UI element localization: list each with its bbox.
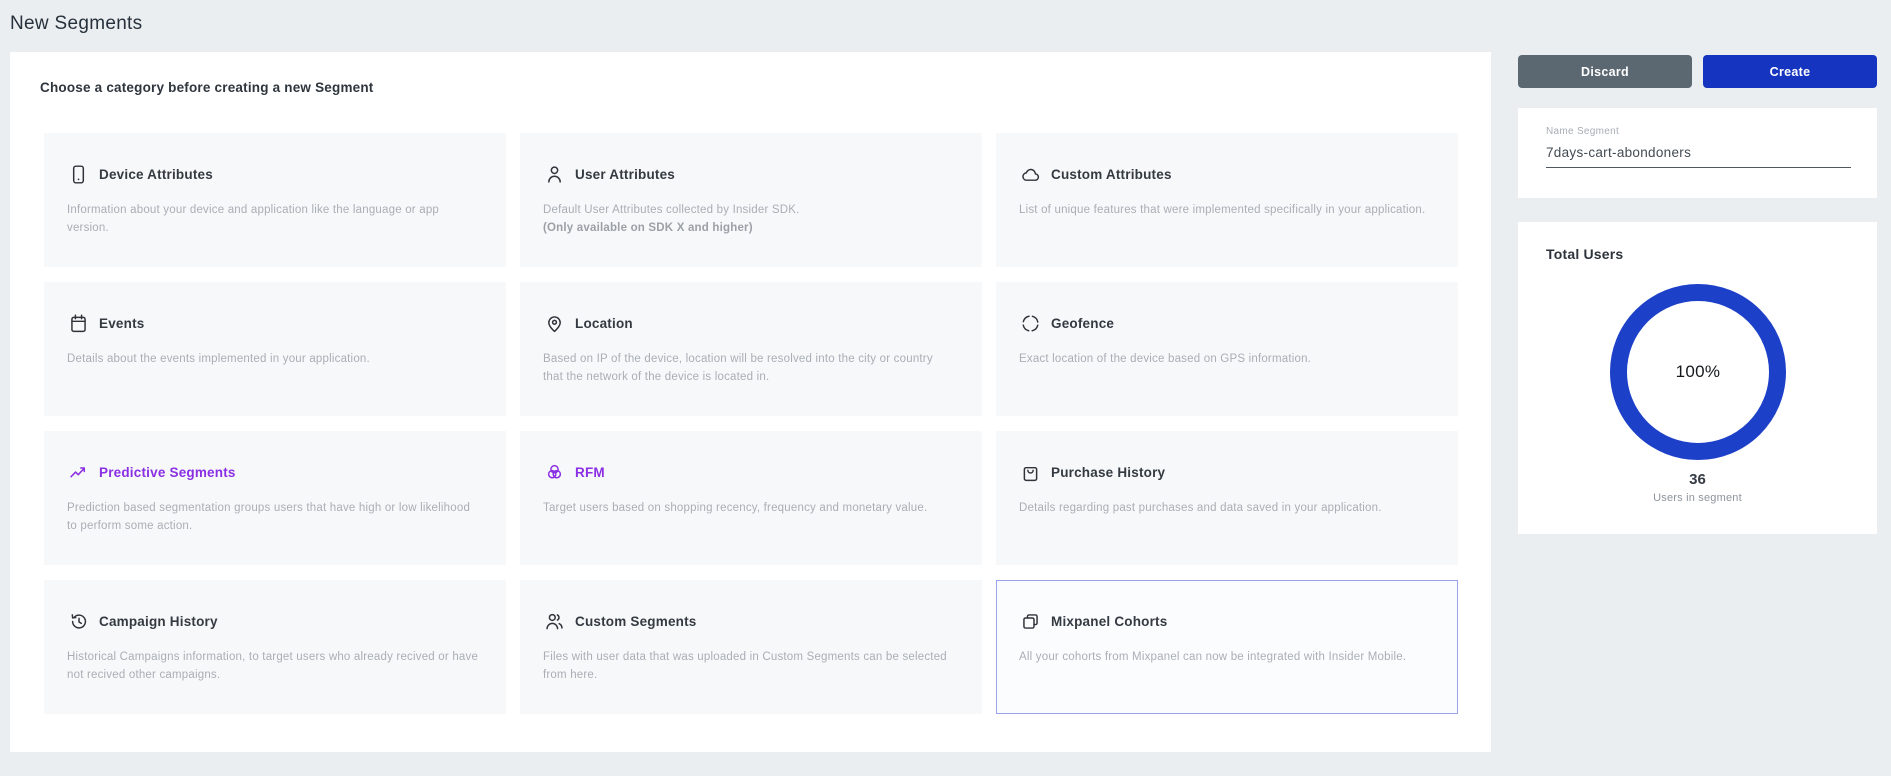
users-icon [543, 610, 565, 632]
history-clock-icon [67, 610, 89, 632]
shopping-bag-icon [1019, 461, 1041, 483]
cohorts-icon [1019, 610, 1041, 632]
create-button[interactable]: Create [1703, 55, 1877, 88]
category-card-purchase-history[interactable]: Purchase History Details regarding past … [996, 431, 1458, 565]
name-segment-input[interactable] [1546, 145, 1851, 168]
donut-percent-value: 100% [1676, 362, 1721, 382]
category-card-custom-attributes[interactable]: Custom Attributes List of unique feature… [996, 133, 1458, 267]
category-card-mixpanel-cohorts[interactable]: Mixpanel Cohorts All your cohorts from M… [996, 580, 1458, 714]
category-card-geofence[interactable]: Geofence Exact location of the device ba… [996, 282, 1458, 416]
map-pin-icon [543, 312, 565, 334]
new-segments-page: New Segments Choose a category before cr… [0, 0, 1891, 776]
calendar-icon [67, 312, 89, 334]
category-panel: Choose a category before creating a new … [10, 52, 1491, 752]
users-caption: Users in segment [1518, 492, 1877, 504]
category-card-events[interactable]: Events Details about the events implemen… [44, 282, 506, 416]
name-segment-label: Name Segment [1546, 126, 1849, 137]
discard-button[interactable]: Discard [1518, 55, 1692, 88]
name-segment-card: Name Segment [1518, 108, 1877, 198]
category-card-campaign-history[interactable]: Campaign History Historical Campaigns in… [44, 580, 506, 714]
cloud-icon [1019, 163, 1041, 185]
category-card-user-attributes[interactable]: User Attributes Default User Attributes … [520, 133, 982, 267]
device-icon [67, 163, 89, 185]
users-donut-chart: 100% [1610, 284, 1786, 460]
category-card-device-attributes[interactable]: Device Attributes Information about your… [44, 133, 506, 267]
users-count: 36 [1518, 471, 1877, 488]
action-buttons: Discard Create [1518, 55, 1877, 88]
category-card-custom-segments[interactable]: Custom Segments Files with user data tha… [520, 580, 982, 714]
total-users-heading: Total Users [1546, 246, 1623, 262]
category-grid: Device Attributes Information about your… [44, 133, 1458, 714]
rfm-circles-icon [543, 461, 565, 483]
category-card-location[interactable]: Location Based on IP of the device, loca… [520, 282, 982, 416]
panel-heading: Choose a category before creating a new … [40, 80, 374, 95]
total-users-card: Total Users 100% 36 Users in segment [1518, 222, 1877, 534]
trend-up-icon [67, 461, 89, 483]
user-icon [543, 163, 565, 185]
category-card-predictive-segments[interactable]: Predictive Segments Prediction based seg… [44, 431, 506, 565]
page-title: New Segments [10, 13, 142, 35]
geofence-icon [1019, 312, 1041, 334]
category-card-rfm[interactable]: RFM Target users based on shopping recen… [520, 431, 982, 565]
